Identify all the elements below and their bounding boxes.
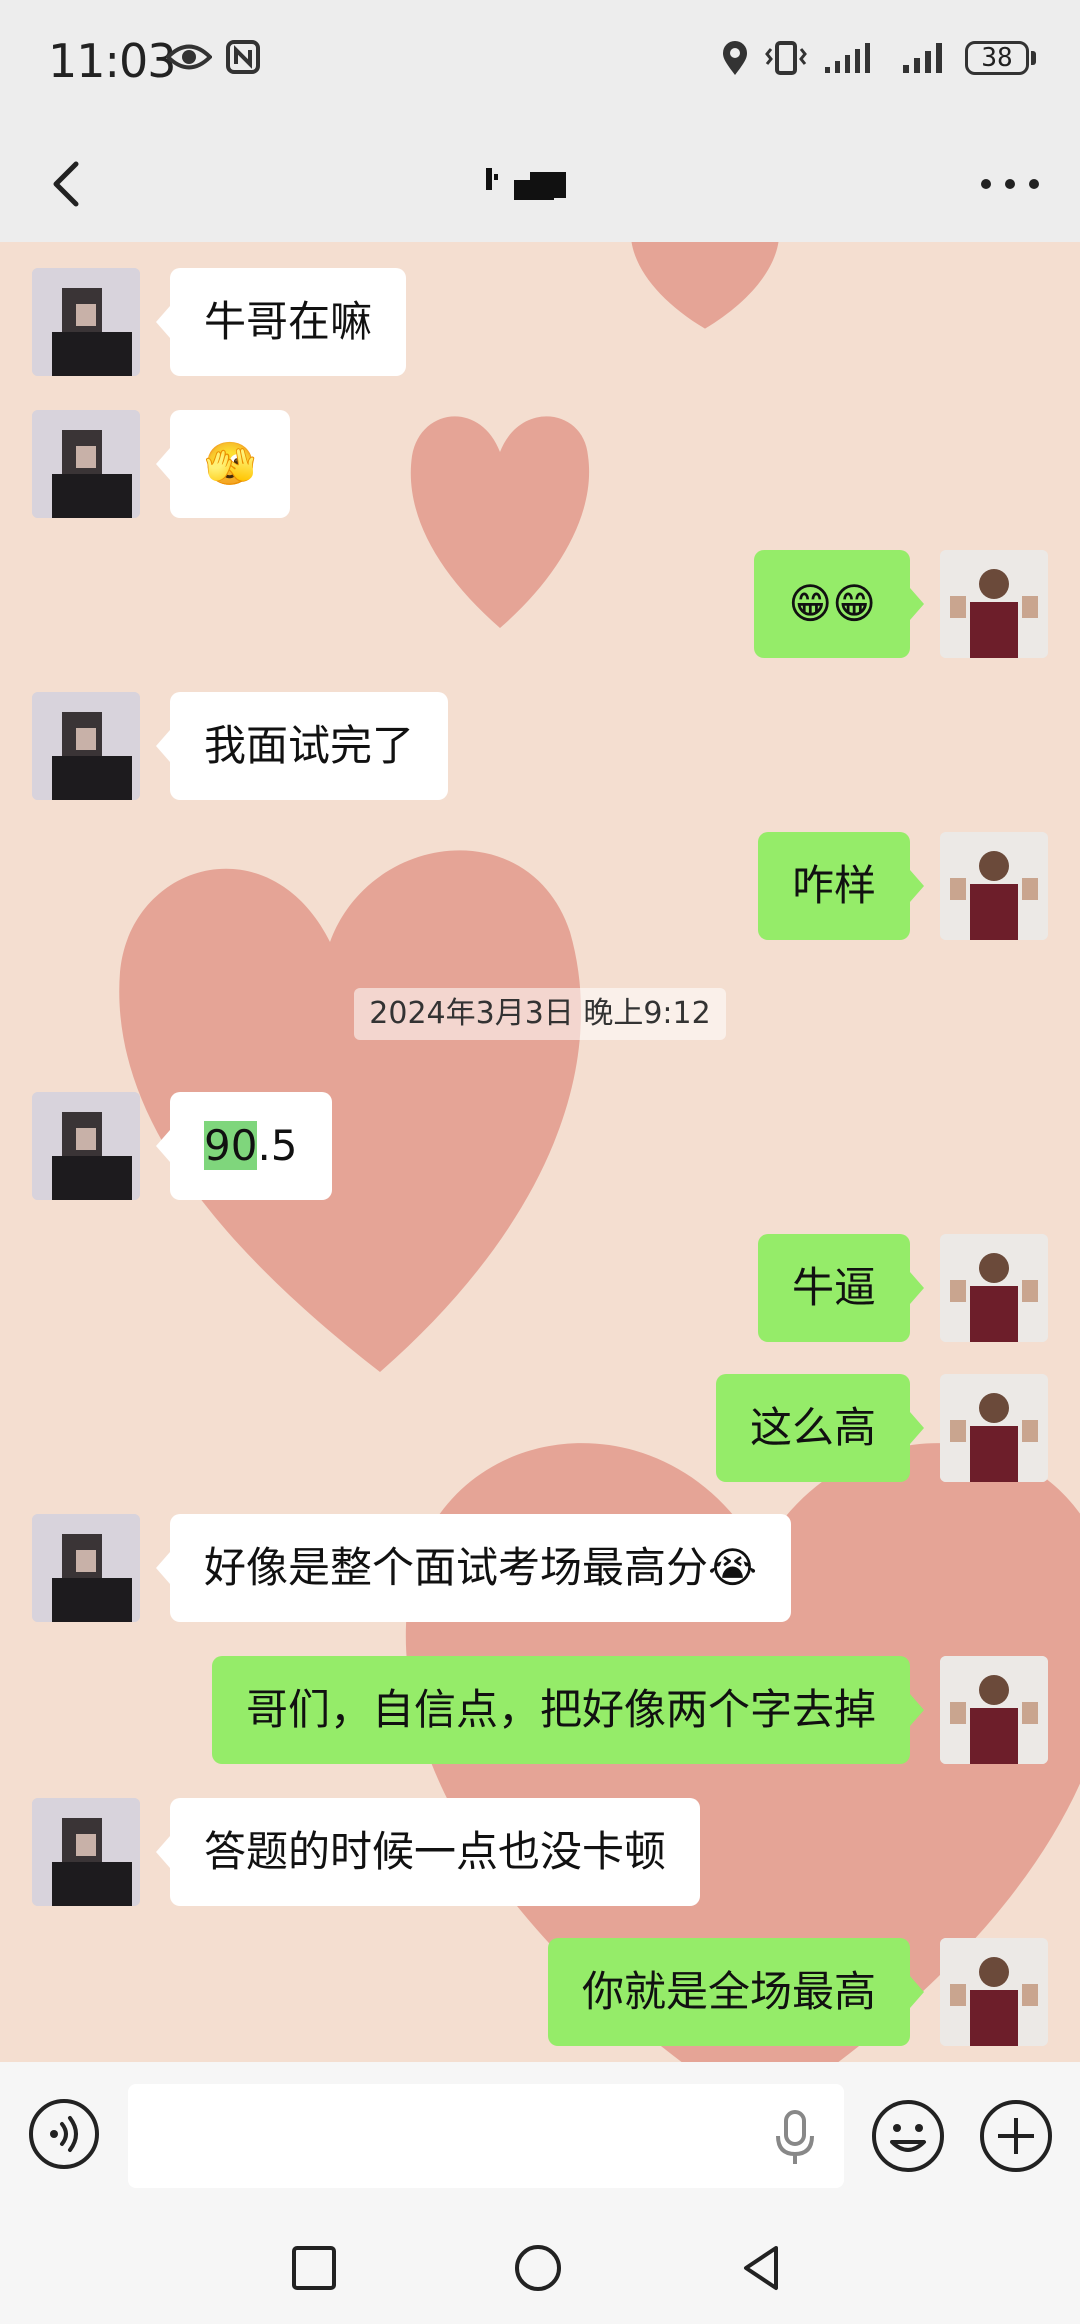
contact-avatar[interactable] xyxy=(32,692,140,800)
system-navigation-bar xyxy=(0,2212,1080,2324)
my-avatar[interactable] xyxy=(940,1234,1048,1342)
voice-icon[interactable] xyxy=(28,2098,100,2170)
message-bubble[interactable]: 答题的时候一点也没卡顿 xyxy=(155,1798,701,1906)
input-bar xyxy=(0,2062,1080,2212)
eye-icon xyxy=(166,44,212,70)
message-bubble[interactable]: 咋样 xyxy=(757,832,925,940)
status-time: 11:03 xyxy=(48,34,177,88)
message-bubble[interactable]: 😁😁 xyxy=(754,550,924,658)
plus-icon[interactable] xyxy=(978,2098,1054,2174)
recents-square-icon[interactable] xyxy=(288,2242,340,2294)
contact-avatar[interactable] xyxy=(32,1092,140,1200)
signal-icon xyxy=(825,43,870,73)
my-avatar[interactable] xyxy=(940,550,1048,658)
message-bubble[interactable]: 🫣 xyxy=(155,410,291,518)
contact-avatar[interactable] xyxy=(32,268,140,376)
message-bubble[interactable]: 90.5 xyxy=(156,1092,332,1200)
emoji: 😭 xyxy=(708,1543,758,1592)
message-text: 好像是整个面试考场最高分 xyxy=(204,1543,709,1592)
my-avatar[interactable] xyxy=(940,1938,1048,2046)
more-dots-icon[interactable] xyxy=(972,152,1048,216)
my-avatar[interactable] xyxy=(940,832,1048,940)
battery-icon: 38 xyxy=(965,41,1036,75)
battery-level: 38 xyxy=(965,41,1029,75)
message-bubble[interactable]: 好像是整个面试考场最高分😭 xyxy=(155,1514,792,1622)
message-timestamp: 2024年3月3日 晚上9:12 xyxy=(354,988,726,1040)
emoji: 🫣 xyxy=(204,439,257,488)
message-bubble[interactable]: 牛逼 xyxy=(757,1234,925,1342)
emoji: 😁😁 xyxy=(788,579,876,628)
wallpaper-heart xyxy=(631,242,779,329)
my-avatar[interactable] xyxy=(940,1656,1048,1764)
signal-icon xyxy=(903,43,942,73)
chat-header xyxy=(0,130,1080,242)
message-bubble[interactable]: 哥们，自信点，把好像两个字去掉 xyxy=(211,1656,925,1764)
wallpaper-heart xyxy=(410,416,590,628)
message-input[interactable] xyxy=(128,2084,844,2188)
contact-avatar[interactable] xyxy=(32,1514,140,1622)
redacted-contact-name xyxy=(486,168,566,200)
message-bubble[interactable]: 这么高 xyxy=(715,1374,925,1482)
nfc-icon xyxy=(226,40,260,74)
message-bubble[interactable]: 你就是全场最高 xyxy=(547,1938,925,2046)
message-bubble[interactable]: 牛哥在嘛 xyxy=(155,268,407,376)
vibrate-icon xyxy=(765,41,807,75)
contact-avatar[interactable] xyxy=(32,1798,140,1906)
chat-title[interactable] xyxy=(0,154,1080,218)
my-avatar[interactable] xyxy=(940,1374,1048,1482)
status-bar: 11:03 38 xyxy=(0,0,1080,130)
home-circle-icon[interactable] xyxy=(512,2242,564,2294)
message-text: .5 xyxy=(257,1121,298,1170)
back-triangle-icon[interactable] xyxy=(736,2242,788,2294)
selected-text[interactable]: 90 xyxy=(204,1121,258,1170)
message-bubble[interactable]: 我面试完了 xyxy=(155,692,449,800)
mic-icon[interactable] xyxy=(772,2110,818,2166)
location-icon xyxy=(723,41,747,75)
emoji-icon[interactable] xyxy=(870,2098,946,2174)
chat-area[interactable]: 牛哥在嘛 🫣 😁😁 我面试完了 咋样 2024年3月3日 晚上9:12 90.5… xyxy=(0,242,1080,2062)
contact-avatar[interactable] xyxy=(32,410,140,518)
